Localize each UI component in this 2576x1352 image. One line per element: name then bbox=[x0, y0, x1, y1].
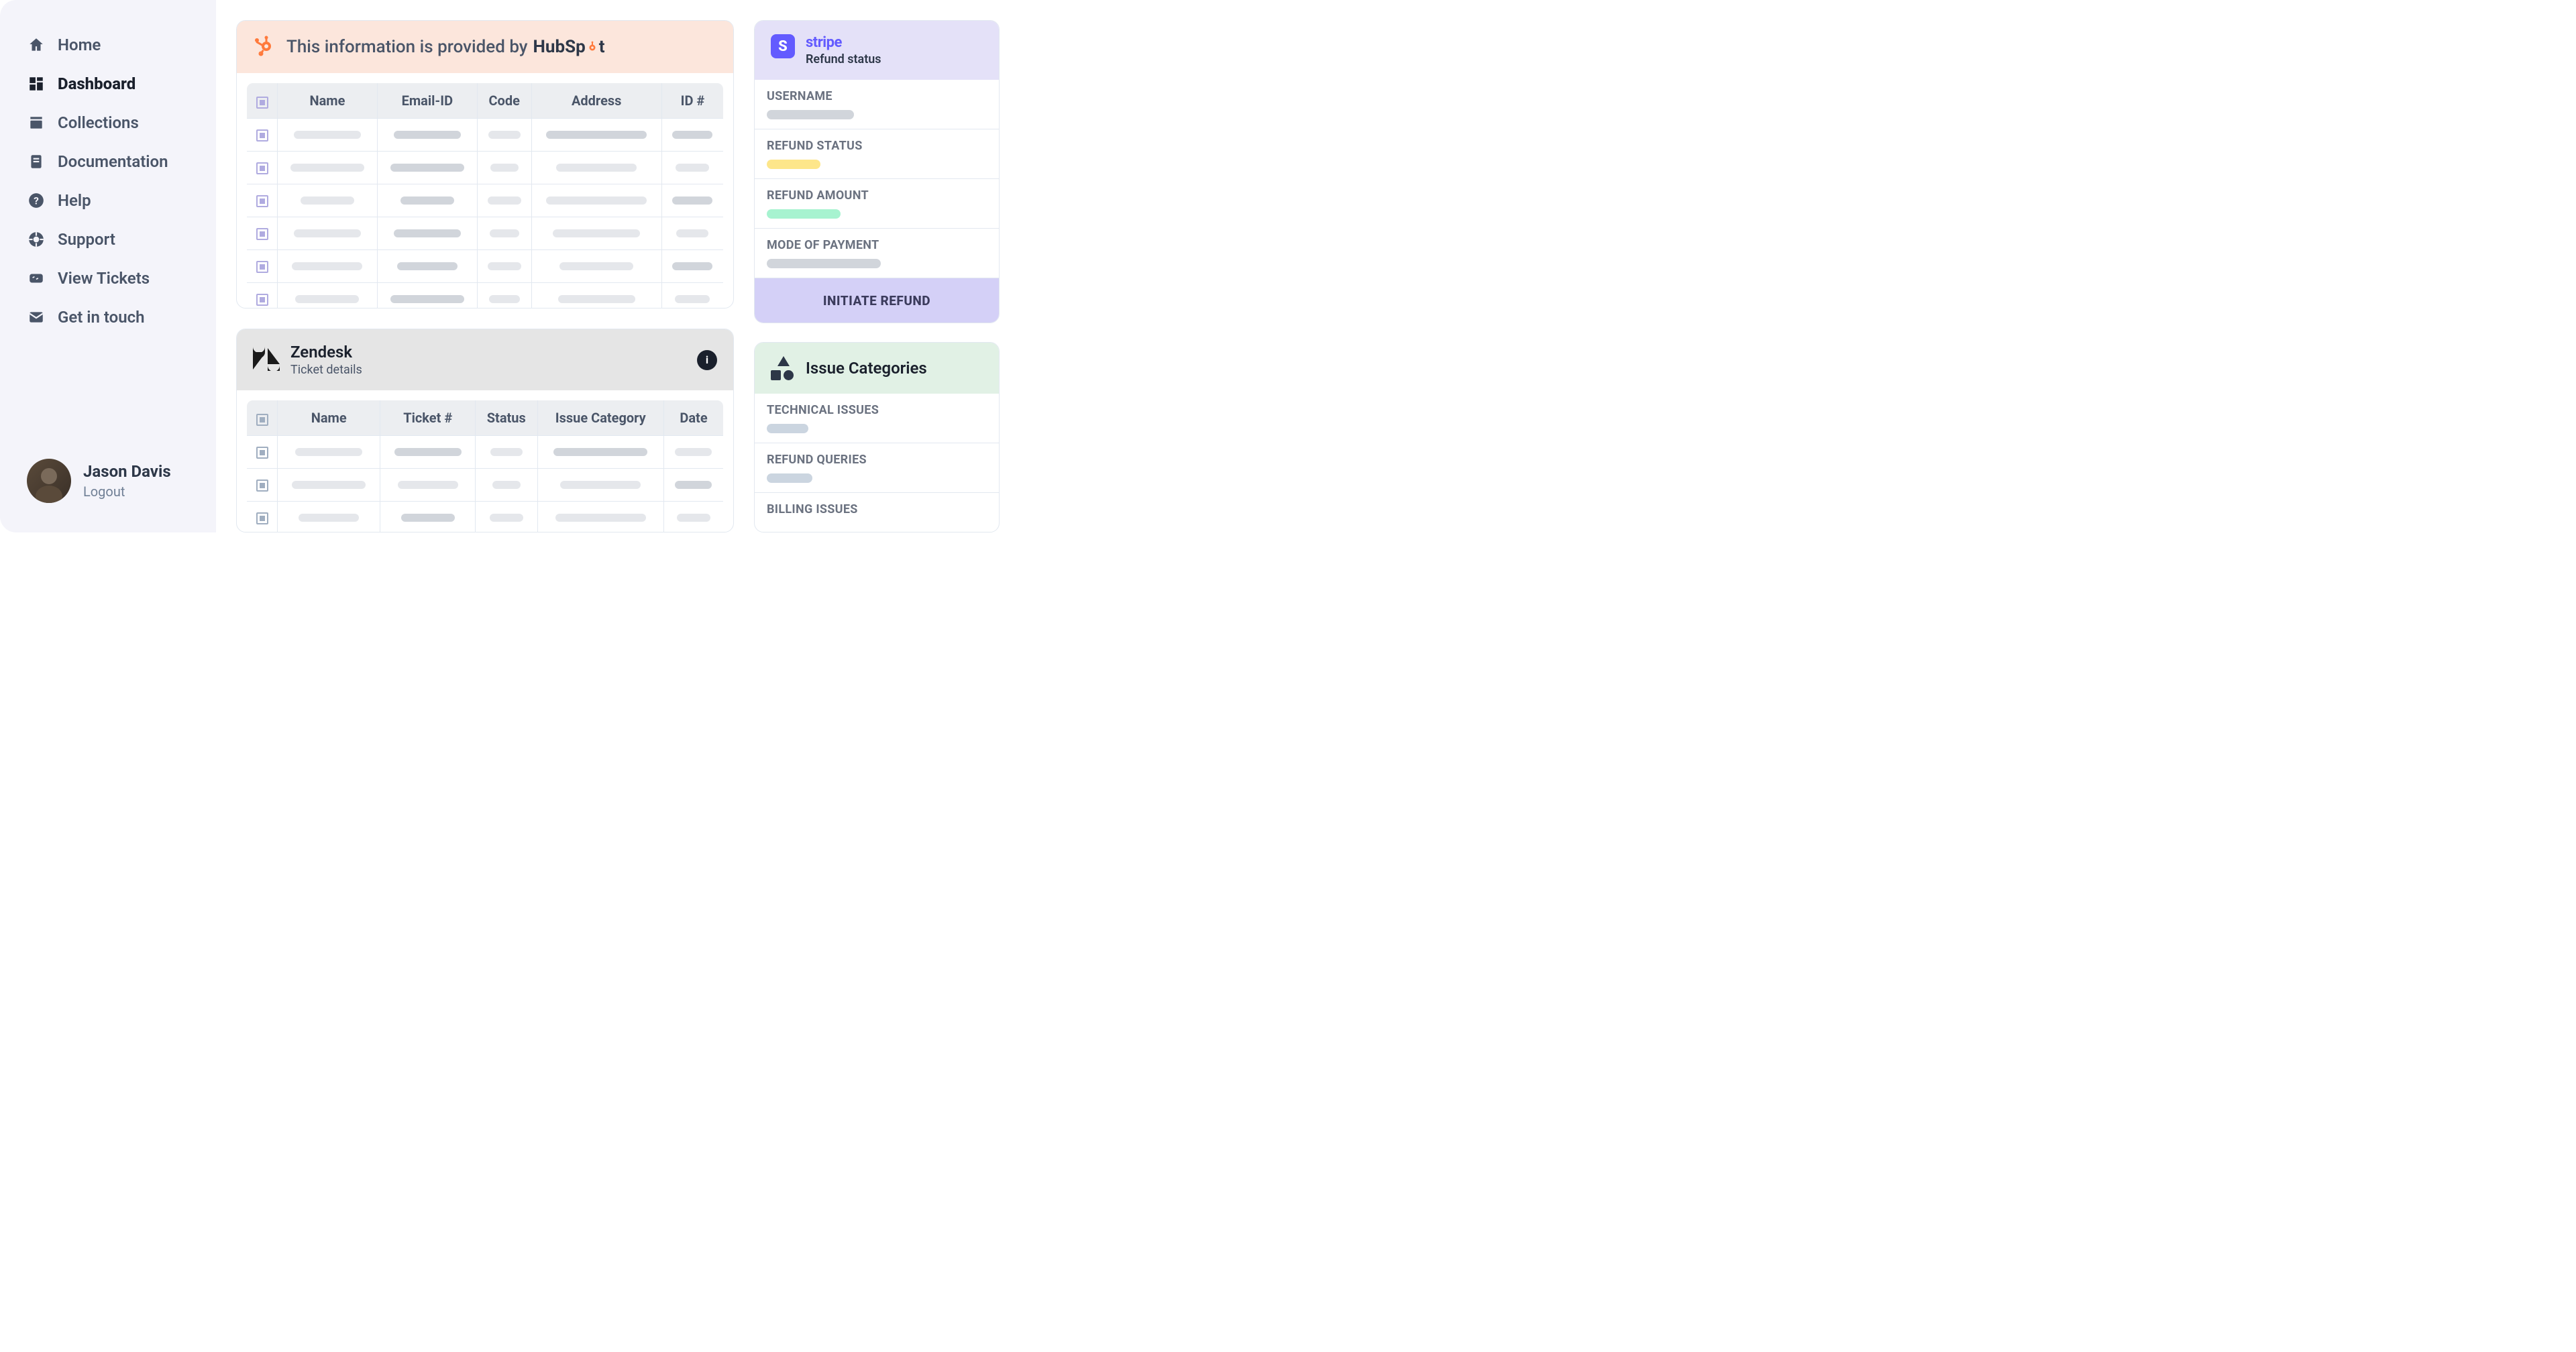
sidebar-item-label: Help bbox=[58, 191, 91, 210]
field-refund-amount: REFUND AMOUNT bbox=[755, 178, 999, 228]
sidebar-item-label: Documentation bbox=[58, 152, 168, 171]
row-checkbox[interactable] bbox=[256, 228, 268, 240]
sidebar-item-collections[interactable]: Collections bbox=[27, 103, 189, 142]
col-issue-category: Issue Category bbox=[537, 400, 663, 436]
field-refund-queries[interactable]: REFUND QUERIES bbox=[755, 443, 999, 492]
info-icon[interactable]: i bbox=[697, 350, 717, 370]
select-all-checkbox[interactable] bbox=[256, 414, 268, 426]
table-row[interactable] bbox=[247, 217, 724, 250]
sidebar-nav: Home Dashboard Collections Documentation bbox=[0, 25, 216, 459]
hubspot-brand: HubSpt bbox=[533, 37, 605, 57]
table-row[interactable] bbox=[247, 119, 724, 152]
table-row[interactable] bbox=[247, 184, 724, 217]
zendesk-table: Name Ticket # Status Issue Category Date bbox=[246, 400, 724, 532]
issues-title: Issue Categories bbox=[806, 359, 927, 378]
table-row[interactable] bbox=[247, 469, 724, 502]
col-code: Code bbox=[477, 83, 531, 119]
documentation-icon bbox=[27, 152, 46, 171]
skeleton-bar bbox=[767, 209, 841, 219]
sidebar-item-label: View Tickets bbox=[58, 269, 150, 288]
tickets-icon bbox=[27, 269, 46, 288]
row-checkbox[interactable] bbox=[256, 162, 268, 174]
row-checkbox[interactable] bbox=[256, 195, 268, 207]
row-checkbox[interactable] bbox=[256, 129, 268, 142]
sidebar-item-help[interactable]: ? Help bbox=[27, 181, 189, 220]
main: This information is provided by HubSpt N… bbox=[216, 0, 1020, 532]
sidebar-item-support[interactable]: Support bbox=[27, 220, 189, 259]
col-status: Status bbox=[476, 400, 538, 436]
row-checkbox[interactable] bbox=[256, 480, 268, 492]
table-row[interactable] bbox=[247, 436, 724, 469]
col-id: ID # bbox=[661, 83, 723, 119]
col-date: Date bbox=[663, 400, 723, 436]
field-refund-status: REFUND STATUS bbox=[755, 129, 999, 178]
sidebar-item-view-tickets[interactable]: View Tickets bbox=[27, 259, 189, 298]
logout-link[interactable]: Logout bbox=[83, 484, 171, 500]
stripe-card: S stripe Refund status USERNAME REFUND S… bbox=[754, 20, 1000, 323]
field-technical-issues[interactable]: TECHNICAL ISSUES bbox=[755, 394, 999, 443]
col-address: Address bbox=[531, 83, 661, 119]
select-all-checkbox[interactable] bbox=[256, 97, 268, 109]
hubspot-table: Name Email-ID Code Address ID # bbox=[246, 82, 724, 308]
field-username: USERNAME bbox=[755, 80, 999, 129]
table-row[interactable] bbox=[247, 250, 724, 283]
stripe-subtitle: Refund status bbox=[806, 52, 881, 66]
hubspot-icon bbox=[253, 34, 276, 60]
avatar[interactable] bbox=[27, 459, 71, 503]
zendesk-title: Zendesk bbox=[290, 343, 362, 361]
sidebar-item-label: Support bbox=[58, 230, 115, 249]
initiate-refund-button[interactable]: INITIATE REFUND bbox=[755, 278, 999, 323]
sidebar: Home Dashboard Collections Documentation bbox=[0, 0, 216, 532]
sidebar-item-dashboard[interactable]: Dashboard bbox=[27, 64, 189, 103]
issues-card: Issue Categories TECHNICAL ISSUES REFUND… bbox=[754, 342, 1000, 532]
hubspot-card: This information is provided by HubSpt N… bbox=[236, 20, 734, 308]
table-row[interactable] bbox=[247, 283, 724, 309]
user-block: Jason Davis Logout bbox=[0, 459, 216, 516]
sidebar-item-home[interactable]: Home bbox=[27, 25, 189, 64]
issues-card-header: Issue Categories bbox=[755, 343, 999, 394]
sidebar-item-label: Dashboard bbox=[58, 74, 136, 93]
shapes-icon bbox=[771, 356, 795, 380]
zendesk-icon bbox=[253, 347, 280, 374]
row-checkbox[interactable] bbox=[256, 261, 268, 273]
help-icon: ? bbox=[27, 191, 46, 210]
collections-icon bbox=[27, 113, 46, 132]
zendesk-subtitle: Ticket details bbox=[290, 363, 362, 377]
home-icon bbox=[27, 36, 46, 54]
row-checkbox[interactable] bbox=[256, 512, 268, 524]
sidebar-item-label: Collections bbox=[58, 113, 139, 132]
mail-icon bbox=[27, 308, 46, 327]
sidebar-item-documentation[interactable]: Documentation bbox=[27, 142, 189, 181]
col-name: Name bbox=[278, 400, 380, 436]
hubspot-card-header: This information is provided by HubSpt bbox=[237, 21, 733, 73]
skeleton-bar bbox=[767, 259, 881, 268]
col-name: Name bbox=[278, 83, 378, 119]
sidebar-item-get-in-touch[interactable]: Get in touch bbox=[27, 298, 189, 337]
sidebar-item-label: Home bbox=[58, 36, 101, 54]
skeleton-bar bbox=[767, 160, 820, 169]
user-name: Jason Davis bbox=[83, 462, 171, 481]
sidebar-item-label: Get in touch bbox=[58, 308, 145, 327]
zendesk-card-header: Zendesk Ticket details i bbox=[237, 329, 733, 390]
skeleton-bar bbox=[767, 473, 812, 483]
row-checkbox[interactable] bbox=[256, 294, 268, 306]
field-mode-of-payment: MODE OF PAYMENT bbox=[755, 228, 999, 278]
row-checkbox[interactable] bbox=[256, 447, 268, 459]
support-icon bbox=[27, 230, 46, 249]
field-billing-issues[interactable]: BILLING ISSUES bbox=[755, 492, 999, 532]
col-email: Email-ID bbox=[377, 83, 477, 119]
svg-text:?: ? bbox=[34, 194, 39, 207]
skeleton-bar bbox=[767, 424, 808, 433]
stripe-brand: stripe bbox=[806, 34, 881, 51]
stripe-card-header: S stripe Refund status bbox=[755, 21, 999, 80]
table-row[interactable] bbox=[247, 502, 724, 532]
dashboard-icon bbox=[27, 74, 46, 93]
hubspot-title: This information is provided by HubSpt bbox=[286, 37, 605, 57]
col-ticket: Ticket # bbox=[380, 400, 476, 436]
table-row[interactable] bbox=[247, 152, 724, 184]
skeleton-bar bbox=[767, 110, 854, 119]
stripe-icon: S bbox=[771, 34, 795, 58]
zendesk-card: Zendesk Ticket details i Name Ticket # bbox=[236, 329, 734, 532]
